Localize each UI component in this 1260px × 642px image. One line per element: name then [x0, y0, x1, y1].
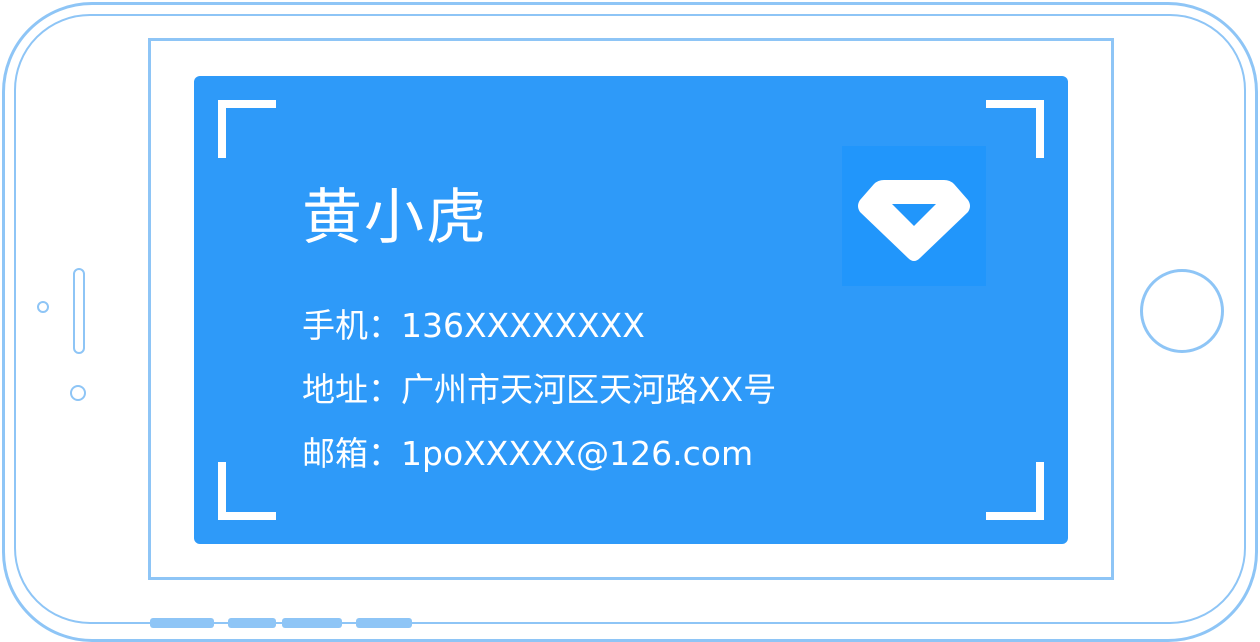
diamond-logo-icon: [858, 180, 970, 261]
scan-frame-corner-icon: [218, 100, 276, 158]
scan-frame-corner-icon: [218, 462, 276, 520]
home-button[interactable]: [1140, 269, 1224, 353]
scan-frame-corner-icon: [986, 100, 1044, 158]
side-button[interactable]: [228, 618, 276, 628]
address-row: 地址：广州市天河区天河路XX号: [302, 368, 776, 412]
front-camera-dot: [70, 385, 86, 401]
side-button[interactable]: [356, 618, 412, 628]
side-button[interactable]: [282, 618, 342, 628]
side-button[interactable]: [150, 618, 214, 628]
email-value: 1poXXXXX@126.com: [401, 434, 754, 473]
address-value: 广州市天河区天河路XX号: [401, 370, 777, 409]
front-sensor-dot: [37, 301, 49, 313]
scan-frame-corner-icon: [986, 462, 1044, 520]
phone-value: 136XXXXXXXX: [401, 306, 645, 345]
earpiece-speaker: [73, 268, 85, 354]
company-logo: [842, 146, 986, 286]
phone-row: 手机：136XXXXXXXX: [302, 304, 645, 348]
email-label: 邮箱：: [302, 434, 401, 473]
card-holder-name: 黄小虎: [302, 183, 488, 253]
email-row: 邮箱：1poXXXXX@126.com: [302, 432, 753, 476]
phone-label: 手机：: [302, 306, 401, 345]
address-label: 地址：: [302, 370, 401, 409]
